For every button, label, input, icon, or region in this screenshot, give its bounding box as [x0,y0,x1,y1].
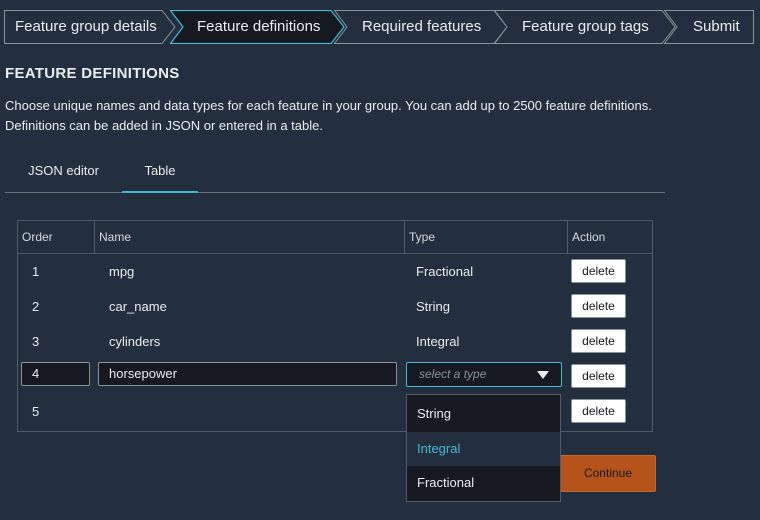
type-dropdown-menu: String Integral Fractional [406,394,561,502]
name-cell: car_name [109,299,167,314]
table-header: Order Name Type Action [18,221,652,254]
table-row-editing: 4 horsepower select a type delete [18,359,652,394]
continue-button[interactable]: Continue [560,455,656,492]
table-row: 1 mpg Fractional delete [18,254,652,289]
type-select-placeholder: select a type [419,367,487,381]
delete-button[interactable]: delete [571,399,626,423]
step-submit[interactable]: Submit [664,10,754,44]
type-cell: Integral [416,334,460,349]
tab-json-editor[interactable]: JSON editor [5,154,122,191]
page-title: FEATURE DEFINITIONS [5,65,180,82]
column-header-name: Name [94,221,404,253]
table-row: 3 cylinders Integral delete [18,324,652,359]
step-label: Submit [693,18,740,35]
delete-button[interactable]: delete [571,364,626,388]
step-feature-group-details[interactable]: Feature group details [4,10,176,44]
order-cell: 3 [32,334,40,349]
option-fractional[interactable]: Fractional [407,466,560,500]
name-cell: cylinders [109,334,161,349]
delete-button[interactable]: delete [571,329,626,353]
column-header-order: Order [22,230,53,244]
option-string[interactable]: String [407,397,560,431]
type-cell: String [416,299,450,314]
step-label: Feature group tags [522,18,649,35]
caret-down-icon [537,371,549,379]
order-cell: 2 [32,299,40,314]
step-feature-group-tags[interactable]: Feature group tags [494,10,676,44]
step-label: Feature definitions [197,18,321,35]
name-input[interactable]: horsepower [98,362,397,386]
tab-table[interactable]: Table [122,154,198,193]
column-header-type: Type [404,221,567,253]
type-select[interactable]: select a type [406,362,562,387]
page-description: Choose unique names and data types for e… [5,98,652,133]
name-cell: mpg [109,264,135,279]
type-cell: Fractional [416,264,474,279]
order-input[interactable]: 4 [21,362,90,386]
wizard-steps: Feature group details Feature definition… [4,10,754,44]
option-integral[interactable]: Integral [407,432,560,466]
column-header-action: Action [567,221,653,253]
delete-button[interactable]: delete [571,294,626,318]
delete-button[interactable]: delete [571,259,626,283]
table-row: 2 car_name String delete [18,289,652,324]
order-cell: 1 [32,264,40,279]
order-cell: 5 [32,404,40,419]
step-label: Feature group details [15,18,157,35]
step-required-features[interactable]: Required features [334,10,508,44]
editor-tabs: JSON editor Table [5,154,665,193]
step-label: Required features [362,18,482,35]
step-feature-definitions[interactable]: Feature definitions [170,10,345,44]
